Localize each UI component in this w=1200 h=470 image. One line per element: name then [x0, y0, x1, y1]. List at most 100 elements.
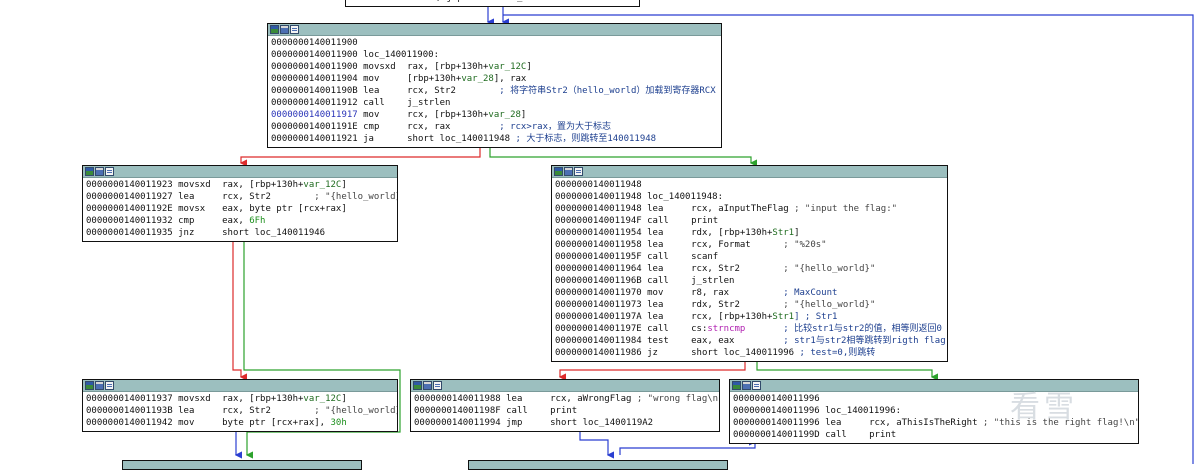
text-view-icon[interactable] [752, 381, 761, 390]
code-line[interactable]: 000000014001191E cmp rcx, rax ; rcx>rax，置… [271, 121, 718, 133]
address: 000000014001191E [271, 122, 358, 132]
code-line[interactable]: 000000014001196B call j_strlen [555, 275, 944, 287]
graph-icon[interactable] [554, 167, 563, 176]
code-line[interactable]: 0000000140011948 lea rcx, aInputTheFlag ;… [555, 203, 944, 215]
address: 0000000140011923 [86, 180, 173, 190]
code-line[interactable]: 0000000140011921 ja short loc_140011948 ;… [271, 133, 718, 145]
code-line[interactable]: 0000000140011917 mov rcx, [rbp+130h+var_2… [271, 109, 718, 121]
code-line[interactable]: 0000000140011900 loc_140011900: [271, 49, 718, 61]
code-line[interactable]: 0000000140011912 call j_strlen [271, 97, 718, 109]
comment: ; 将字符串Str2（hello_world）加载到寄存器RCX [499, 86, 716, 96]
code-line[interactable]: 000000014001198F call print [414, 405, 716, 417]
color-icon[interactable] [95, 381, 104, 390]
text-view-icon[interactable] [574, 167, 583, 176]
text-view-icon[interactable] [433, 381, 442, 390]
label[interactable]: loc_140011900: [363, 50, 439, 60]
code-line[interactable]: 0000000140011900 movsxd rax, [rbp+130h+va… [271, 61, 718, 73]
node-header [552, 166, 947, 178]
operand: r8, rax [691, 288, 784, 298]
graph-icon[interactable] [85, 167, 94, 176]
code-line[interactable]: 0000000140011904 mov [rbp+130h+var_28], r… [271, 73, 718, 85]
node-top-partial[interactable]: 0000000140011.. ; jmp short loc_14001190… [345, 0, 640, 7]
operand: ], rax [493, 74, 527, 84]
mnemonic: lea [363, 86, 380, 96]
color-icon[interactable] [95, 167, 104, 176]
label[interactable]: short loc_14001190.. [468, 0, 576, 3]
code-line[interactable]: 0000000140011994 jmp short loc_1400119A2 [414, 417, 716, 429]
operand[interactable]: Str1 [772, 228, 794, 238]
text-view-icon[interactable] [105, 381, 114, 390]
code-line[interactable]: 0000000140011988 lea rcx, aWrongFlag ; "w… [414, 393, 719, 405]
graph-icon[interactable] [270, 25, 279, 34]
code-line[interactable]: 0000000140011935 jnz short loc_140011946 [86, 227, 394, 239]
code-line[interactable]: 000000014001195F call scanf [555, 251, 944, 263]
operand[interactable]: Str1 [772, 312, 794, 322]
address: 000000014001192E [86, 204, 173, 214]
code-line[interactable]: 0000000140011954 lea rdx, [rbp+130h+Str1] [555, 227, 944, 239]
code-line[interactable]: 0000000140011.. ; jmp short loc_14001190… [349, 0, 636, 4]
label[interactable]: loc_140011948: [647, 192, 723, 202]
mnemonic: lea [647, 264, 664, 274]
mnemonic: jmp [506, 418, 523, 428]
graph-icon[interactable] [413, 381, 422, 390]
node-bottom-left-partial[interactable] [122, 460, 362, 470]
mnemonic: call [647, 252, 669, 262]
code-line[interactable]: 0000000140011970 mov r8, rax ; MaxCount [555, 287, 944, 299]
text-view-icon[interactable] [105, 167, 114, 176]
code-line[interactable]: 000000014001197E call cs:strncmp ; 比较str1… [555, 323, 944, 335]
code-line[interactable]: 0000000140011932 cmp eax, 6Fh [86, 215, 394, 227]
address: 0000000140011904 [271, 74, 358, 84]
code-line[interactable]: 0000000140011984 test eax, eax ; str1与str… [555, 335, 946, 347]
operand[interactable]: var_12C [303, 394, 341, 404]
operand: [rbp+130h+ [407, 74, 462, 84]
operand[interactable]: var_28 [488, 110, 521, 120]
code-line[interactable]: 0000000140011937 movsxd rax, [rbp+130h+va… [86, 393, 394, 405]
code-line[interactable]: 0000000140011948 loc_140011948: [555, 191, 944, 203]
code-line[interactable]: 000000014001199D call print [733, 429, 1135, 441]
operand: scanf [691, 252, 719, 262]
text-view-icon[interactable] [290, 25, 299, 34]
code-line[interactable]: 000000014001194F call print [555, 215, 944, 227]
code-line[interactable]: 0000000140011923 movsxd rax, [rbp+130h+va… [86, 179, 394, 191]
comment: ; str1与str2相等跳转到rigth flag [783, 336, 946, 346]
color-icon[interactable] [280, 25, 289, 34]
code-line[interactable]: 000000014001190B lea rcx, Str2 ; 将字符串Str2… [271, 85, 718, 97]
code-line[interactable]: 0000000140011973 lea rdx, Str2 ; "{hello_… [555, 299, 944, 311]
operand: ; "wrong flag\n" [636, 394, 720, 404]
node-bottom-right-partial[interactable] [468, 460, 728, 470]
address: 000000014001197E [555, 324, 642, 334]
color-icon[interactable] [423, 381, 432, 390]
code-line[interactable]: 000000014001197A lea rcx, [rbp+130h+Str1]… [555, 311, 944, 323]
code-line[interactable]: 000000014001193B lea rcx, Str2 ; "{hello_… [86, 405, 397, 417]
code-line[interactable]: 0000000140011942 mov byte ptr [rcx+rax], … [86, 417, 394, 429]
comment: ; MaxCount [783, 288, 838, 298]
mnemonic: ja [363, 134, 374, 144]
operand[interactable]: var_28 [461, 74, 494, 84]
code-line[interactable]: 000000014001192E movsx eax, byte ptr [rcx… [86, 203, 394, 215]
node-block-140011923[interactable]: 0000000140011923 movsxd rax, [rbp+130h+va… [82, 165, 398, 242]
node-loc-140011900[interactable]: 0000000140011900 0000000140011900 loc_14… [267, 23, 722, 148]
operand[interactable]: var_12C [488, 62, 526, 72]
label[interactable]: loc_140011996: [825, 406, 901, 416]
code-line[interactable]: 0000000140011927 lea rcx, Str2 ; "{hello_… [86, 191, 397, 203]
color-icon[interactable] [742, 381, 751, 390]
mnemonic: call [647, 324, 669, 334]
node-block-140011937[interactable]: 0000000140011937 movsxd rax, [rbp+130h+va… [82, 379, 398, 432]
code-line[interactable]: 0000000140011900 [271, 37, 718, 49]
graph-icon[interactable] [85, 381, 94, 390]
node-header [83, 166, 397, 178]
color-icon[interactable] [564, 167, 573, 176]
code-line[interactable]: 0000000140011986 jz short loc_140011996 ;… [555, 347, 944, 359]
mnemonic: movsxd [178, 394, 211, 404]
operand[interactable]: var_12C [303, 180, 341, 190]
code-line[interactable]: 0000000140011948 [555, 179, 944, 191]
node-block-140011988[interactable]: 0000000140011988 lea rcx, aWrongFlag ; "w… [410, 379, 720, 432]
code-line[interactable]: 0000000140011964 lea rcx, Str2 ; "{hello_… [555, 263, 944, 275]
operand: ; "%20s" [783, 240, 827, 250]
graph-icon[interactable] [732, 381, 741, 390]
operand: rcx, rax [407, 122, 500, 132]
node-loc-140011948[interactable]: 0000000140011948 0000000140011948 loc_14… [551, 165, 948, 362]
operand: 30h [330, 418, 347, 428]
operand: eax, eax [691, 336, 784, 346]
code-line[interactable]: 0000000140011958 lea rcx, Format ; "%20s" [555, 239, 944, 251]
